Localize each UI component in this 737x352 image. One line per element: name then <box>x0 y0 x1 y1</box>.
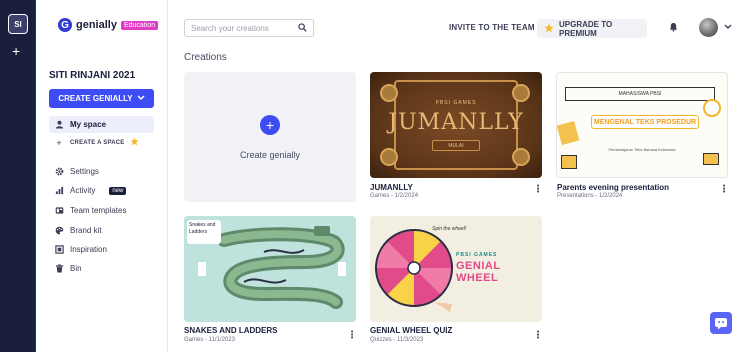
person-icon <box>54 120 64 130</box>
sidebar-item-my-space[interactable]: My space <box>49 116 154 133</box>
sidebar-item-brand-kit[interactable]: Brand kit <box>49 222 154 239</box>
create-genially-button[interactable]: CREATE GENIALLY <box>49 89 154 108</box>
invite-team-button[interactable]: INVITE TO THE TEAM <box>449 23 535 32</box>
creation-title[interactable]: GENIAL WHEEL QUIZ <box>370 326 452 335</box>
star-icon <box>130 137 140 148</box>
chart-icon <box>54 186 64 196</box>
palette-icon <box>54 226 64 236</box>
search-box[interactable] <box>184 19 314 37</box>
sidebar-item-label: Brand kit <box>70 226 102 235</box>
create-space-label: CREATE A SPACE <box>70 139 125 146</box>
gear-icon <box>54 167 64 177</box>
sidebar-item-label: My space <box>70 120 107 129</box>
sidebar-item-team-templates[interactable]: Team templates <box>49 202 154 219</box>
sidebar-item-settings[interactable]: Settings <box>49 163 154 180</box>
thumbnail-header: MAHASISWA PBSI <box>565 87 715 101</box>
creation-meta: Games - 1/2/2024 <box>370 193 419 199</box>
creation-thumbnail-snakes-ladders[interactable]: Snakes and Ladders <box>184 216 356 322</box>
books-decoration <box>561 155 577 169</box>
search-icon[interactable] <box>298 19 307 37</box>
sidebar-item-label: Activity <box>70 186 96 195</box>
more-options-icon[interactable]: ⋮ <box>719 185 729 195</box>
workspace-switcher[interactable]: SI <box>8 14 28 34</box>
creation-meta: Presentations - 1/2/2024 <box>557 193 623 199</box>
upgrade-premium-button[interactable]: UPGRADE TO PREMIUM <box>537 19 647 38</box>
creation-title[interactable]: Parents evening presentation <box>557 183 669 192</box>
plus-icon: + <box>56 137 62 148</box>
creation-thumbnail-genial-wheel[interactable]: Spin the wheel! PBSI GAMES GENIAL WHEEL <box>370 216 542 322</box>
search-input[interactable] <box>191 23 291 33</box>
mask-icon <box>380 148 398 166</box>
thumbnail-title: MENGENAL TEKS PROSEDUR <box>591 115 699 129</box>
upgrade-label: UPGRADE TO PREMIUM <box>559 19 613 38</box>
creation-thumbnail-jumanlly[interactable]: PBSI GAMES JUMANLLY MULAI <box>370 72 542 178</box>
sidebar-item-label: Bin <box>70 264 82 273</box>
avatar[interactable] <box>699 18 718 37</box>
creation-meta: Games - 11/1/2023 <box>184 337 235 343</box>
template-icon <box>54 206 64 216</box>
sidebar-item-inspiration[interactable]: Inspiration <box>49 241 154 258</box>
inspiration-icon <box>54 245 64 255</box>
more-options-icon[interactable]: ⋮ <box>533 331 543 341</box>
thumbnail-start-button: MULAI <box>432 140 480 151</box>
brand-name: genially <box>76 19 117 31</box>
sidebar-item-label: Inspiration <box>70 245 107 254</box>
thumbnail-title: JUMANLLY <box>388 110 524 135</box>
folder-decoration <box>703 153 719 165</box>
genially-logo[interactable]: G genially Education <box>58 18 159 32</box>
sidebar-item-label: Settings <box>70 167 99 176</box>
chat-support-icon[interactable] <box>710 312 732 334</box>
workspace-name: SITI RINJANI 2021 <box>49 70 136 81</box>
create-space-link[interactable]: + CREATE A SPACE <box>49 134 154 151</box>
mask-icon <box>512 148 530 166</box>
creation-thumbnail-parents-evening[interactable]: MAHASISWA PBSI MENGENAL TEKS PROSEDUR Pe… <box>556 72 728 178</box>
create-genially-card-label: Create genially <box>239 150 301 160</box>
creation-title[interactable]: JUMANLLY <box>370 183 413 192</box>
clock-decoration <box>703 99 721 117</box>
sidebar: G genially Education SITI RINJANI 2021 C… <box>36 0 168 352</box>
thumbnail-subtitle: PBSI GAMES <box>456 252 498 258</box>
genially-logo-icon: G <box>58 18 72 32</box>
new-badge: new <box>109 186 127 195</box>
chevron-down-icon[interactable] <box>724 22 732 32</box>
trash-icon <box>54 264 64 274</box>
star-icon <box>544 23 554 35</box>
add-workspace-icon[interactable]: + <box>12 44 20 58</box>
sidebar-item-label: Team templates <box>70 206 127 215</box>
chevron-down-icon <box>137 94 145 103</box>
creation-title[interactable]: SNAKES AND LADDERS <box>184 326 278 335</box>
thumbnail-subtitle: PBSI GAMES <box>435 100 477 106</box>
creation-meta: Quizzes - 11/3/2023 <box>370 337 424 343</box>
thumbnail-caption: Spin the wheel! <box>432 226 467 232</box>
education-badge: Education <box>120 20 159 30</box>
plus-icon: + <box>260 115 280 135</box>
notifications-bell-icon[interactable] <box>669 22 678 35</box>
pencil-decoration <box>557 121 580 145</box>
top-bar: INVITE TO THE TEAM UPGRADE TO PREMIUM <box>168 10 737 46</box>
thumbnail-label: Snakes and Ladders <box>187 220 221 244</box>
sidebar-item-bin[interactable]: Bin <box>49 260 154 277</box>
section-title: Creations <box>184 52 227 63</box>
app-root: SI + G genially Education SITI RINJANI 2… <box>0 0 737 352</box>
more-options-icon[interactable]: ⋮ <box>533 185 543 195</box>
create-genially-label: CREATE GENIALLY <box>58 94 133 103</box>
thumbnail-title: GENIAL WHEEL <box>456 260 501 284</box>
more-options-icon[interactable]: ⋮ <box>347 331 357 341</box>
create-genially-card[interactable]: + Create genially <box>184 72 356 202</box>
wheel-illustration <box>375 229 453 312</box>
workspace-rail: SI + <box>0 0 36 352</box>
sidebar-item-activity[interactable]: Activity new <box>49 182 154 199</box>
thumbnail-caption: Pembelajaran Teks Bahasa Indonesia <box>608 147 676 152</box>
